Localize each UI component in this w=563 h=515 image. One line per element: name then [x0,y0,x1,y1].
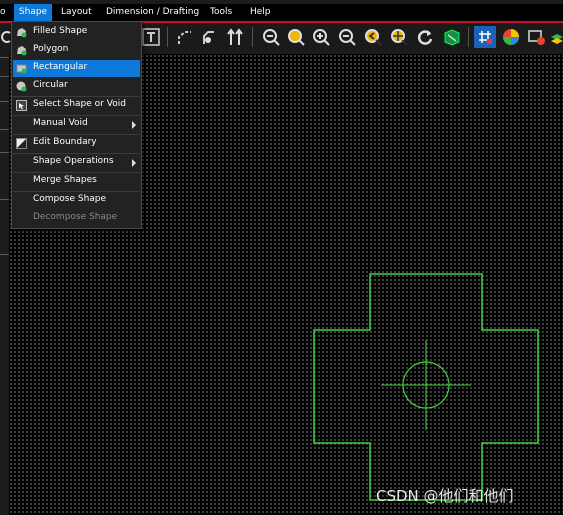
menu-item-label: Polygon [33,44,69,54]
menu-item-label: Circular [33,80,68,90]
menu-item-merge-shapes[interactable]: Merge Shapes [13,173,140,190]
menu-item-shape-operations[interactable]: Shape Operations [13,154,140,171]
menu-item-select-shape-or-void[interactable]: Select Shape or Void [13,97,140,114]
shape-dropdown-menu: Filled Shape Polygon Rectangular Circula… [11,21,142,229]
menu-item-label: Edit Boundary [33,137,97,147]
select-shape-icon [16,100,27,111]
filled-shape-icon [16,27,27,38]
menu-item-label: Shape Operations [33,156,114,166]
rectangle-shape-icon [16,63,27,74]
polygon-icon [16,45,27,56]
menu-item-label: Decompose Shape [33,212,118,222]
menu-item-polygon[interactable]: Polygon [13,42,140,59]
menu-item-label: Manual Void [33,118,88,128]
menu-item-label: Filled Shape [33,26,88,36]
menu-item-label: Select Shape or Void [33,99,126,109]
edit-boundary-icon [16,138,27,149]
menu-item-compose-shape[interactable]: Compose Shape [13,192,140,209]
menu-item-edit-boundary[interactable]: Edit Boundary [13,135,140,152]
submenu-arrow-icon [132,121,136,129]
menu-item-manual-void[interactable]: Manual Void [13,116,140,133]
submenu-arrow-icon [132,159,136,167]
menu-item-label: Merge Shapes [33,175,97,185]
watermark-text: CSDN @他们和他们 [376,487,514,505]
menu-item-label: Compose Shape [33,194,107,204]
menu-item-rectangular[interactable]: Rectangular [13,60,140,77]
menu-item-filled-shape[interactable]: Filled Shape [13,24,140,41]
menu-item-circular[interactable]: Circular [13,78,140,95]
menu-item-decompose-shape: Decompose Shape [13,210,140,227]
menu-item-label: Rectangular [33,62,88,72]
circle-shape-icon [16,81,27,92]
